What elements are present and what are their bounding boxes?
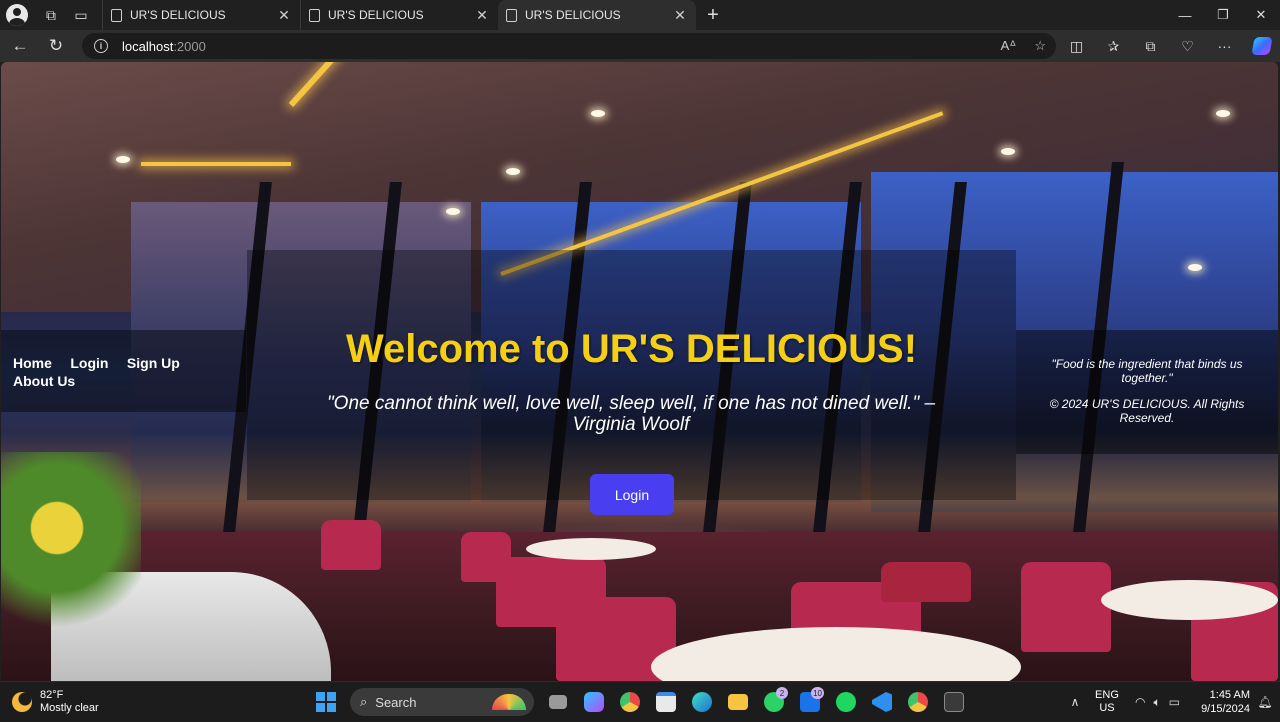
- tab-title: UR'S DELICIOUS: [130, 8, 226, 22]
- start-button[interactable]: [310, 686, 342, 718]
- favorites-icon[interactable]: ✰: [1095, 30, 1132, 62]
- search-label: Search: [375, 694, 417, 710]
- whatsapp-badge: 2: [776, 687, 788, 699]
- page-icon: [506, 8, 517, 22]
- browser-toolbar: ← ↻ i localhost:2000 Aᐞ ☆ ◫ ✰ ⧉ ♡ ···: [0, 30, 1280, 62]
- profile-icon[interactable]: [6, 4, 28, 26]
- lang-line1: ENG: [1095, 689, 1119, 701]
- browser-tab-3[interactable]: UR'S DELICIOUS ✕: [498, 0, 696, 30]
- close-tab-icon[interactable]: ✕: [276, 7, 292, 24]
- browser-tab-2[interactable]: UR'S DELICIOUS ✕: [300, 0, 498, 30]
- search-icon: ⌕: [360, 694, 368, 709]
- terminal-icon[interactable]: [938, 686, 970, 718]
- outlook-icon[interactable]: 10: [794, 686, 826, 718]
- hero-quote: "One cannot think well, love well, sleep…: [326, 393, 936, 435]
- language-indicator[interactable]: ENG US: [1089, 689, 1125, 715]
- taskbar-search[interactable]: ⌕ Search: [350, 688, 534, 716]
- copyright-text: © 2024 UR'S DELICIOUS. All Rights Reserv…: [1049, 397, 1245, 425]
- clock-date: 9/15/2024: [1201, 703, 1250, 715]
- collections-icon[interactable]: ⧉: [1132, 30, 1169, 62]
- nav-link-login[interactable]: Login: [70, 355, 108, 371]
- window-controls: — ❐ ✕: [1166, 0, 1280, 30]
- back-arrow-icon[interactable]: ←: [2, 30, 38, 62]
- close-tab-icon[interactable]: ✕: [672, 7, 688, 24]
- more-options-icon[interactable]: ···: [1206, 30, 1243, 62]
- show-hidden-icons-icon[interactable]: ∧: [1061, 695, 1089, 709]
- task-view-icon[interactable]: [542, 686, 574, 718]
- weather-temp: 82°F: [40, 689, 64, 701]
- copilot-app-icon[interactable]: [578, 686, 610, 718]
- clock-time: 1:45 AM: [1209, 689, 1250, 701]
- nav-link-home[interactable]: Home: [13, 355, 52, 371]
- page-icon: [309, 8, 320, 22]
- tab-title: UR'S DELICIOUS: [328, 8, 424, 22]
- new-tab-button[interactable]: +: [696, 4, 730, 27]
- tab-title: UR'S DELICIOUS: [525, 8, 621, 22]
- outlook-badge: 10: [811, 687, 824, 699]
- hero-title: Welcome to UR'S DELICIOUS!: [345, 327, 918, 371]
- login-button[interactable]: Login: [590, 474, 674, 515]
- page-icon: [111, 8, 122, 22]
- split-screen-icon[interactable]: ◫: [1058, 30, 1095, 62]
- favorite-star-icon[interactable]: ☆: [1034, 38, 1046, 54]
- maximize-icon[interactable]: ❐: [1204, 0, 1242, 30]
- weather-condition: Mostly clear: [40, 702, 99, 714]
- tab-actions-icon[interactable]: ▭: [66, 0, 96, 30]
- close-window-icon[interactable]: ✕: [1242, 0, 1280, 30]
- browser-tab-1[interactable]: UR'S DELICIOUS ✕: [102, 0, 300, 30]
- footer-panel: [1016, 330, 1278, 454]
- main-nav: Home Login Sign Up About Us: [13, 355, 238, 391]
- browser-essentials-icon[interactable]: ♡: [1169, 30, 1206, 62]
- address-bar[interactable]: i localhost:2000 Aᐞ ☆: [82, 33, 1056, 59]
- footer-quote: "Food is the ingredient that binds us to…: [1051, 357, 1243, 385]
- minimize-icon[interactable]: —: [1166, 0, 1204, 30]
- close-tab-icon[interactable]: ✕: [474, 7, 490, 24]
- url-host: localhost: [122, 38, 174, 54]
- search-highlight-icon: [492, 694, 526, 710]
- edge-icon[interactable]: [686, 686, 718, 718]
- copilot-icon[interactable]: [1243, 30, 1280, 62]
- vscode-icon[interactable]: [866, 686, 898, 718]
- store-icon[interactable]: [650, 686, 682, 718]
- notification-bell-icon[interactable]: 🔔︎: [1250, 695, 1280, 709]
- refresh-icon[interactable]: ↻: [38, 30, 74, 62]
- file-explorer-icon[interactable]: [722, 686, 754, 718]
- moon-cloud-icon: [12, 692, 32, 712]
- spotify-icon[interactable]: [830, 686, 862, 718]
- whatsapp-icon[interactable]: 2: [758, 686, 790, 718]
- browser-tab-bar: ⧉ ▭ UR'S DELICIOUS ✕ UR'S DELICIOUS ✕ UR…: [0, 0, 1280, 30]
- hero-panel: [247, 250, 1016, 500]
- battery-icon[interactable]: ▭: [1169, 695, 1180, 710]
- url-port: :2000: [173, 38, 206, 54]
- workspaces-icon[interactable]: ⧉: [36, 0, 66, 30]
- lang-line2: US: [1099, 702, 1115, 714]
- nav-link-signup[interactable]: Sign Up: [127, 355, 180, 371]
- wifi-icon[interactable]: ◠: [1135, 695, 1145, 710]
- nav-link-about[interactable]: About Us: [13, 373, 75, 389]
- windows-taskbar: 82°F Mostly clear ⌕ Search 2 10 ∧ ENG US…: [0, 681, 1280, 721]
- volume-icon[interactable]: 🔈︎: [1153, 695, 1160, 710]
- site-info-icon[interactable]: i: [94, 39, 108, 53]
- read-aloud-icon[interactable]: Aᐞ: [1001, 38, 1017, 54]
- chrome-profile-icon[interactable]: [902, 686, 934, 718]
- weather-widget[interactable]: 82°F Mostly clear: [12, 689, 99, 715]
- system-clock[interactable]: 1:45 AM 9/15/2024: [1190, 688, 1250, 716]
- chrome-icon[interactable]: [614, 686, 646, 718]
- page-viewport: Home Login Sign Up About Us Welcome to U…: [1, 62, 1278, 681]
